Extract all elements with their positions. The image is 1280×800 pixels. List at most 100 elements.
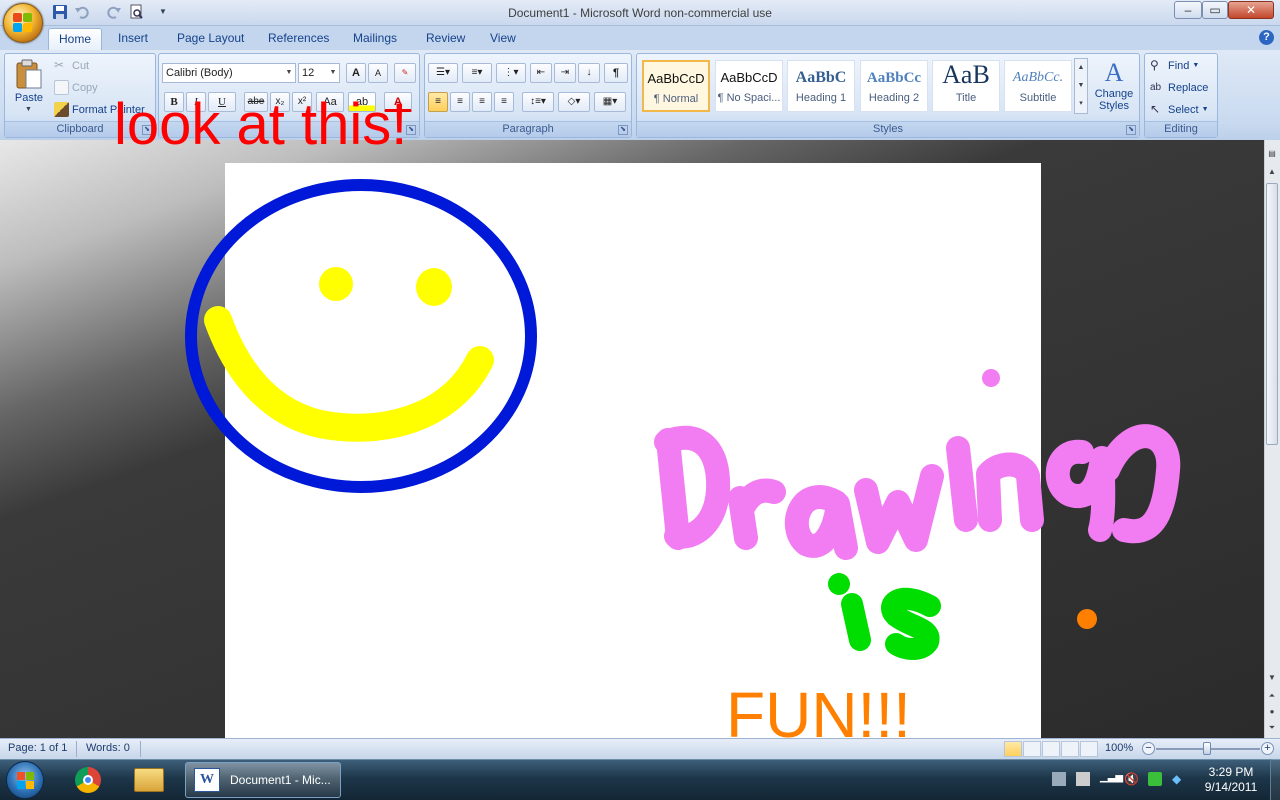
- tab-home[interactable]: Home: [48, 28, 102, 50]
- font-launcher-icon[interactable]: ⬊: [406, 125, 416, 135]
- line-spacing-icon[interactable]: ↕≡▾: [522, 92, 554, 112]
- dropbox-icon[interactable]: ◆: [1172, 772, 1186, 786]
- help-icon[interactable]: ?: [1259, 30, 1274, 45]
- decrease-indent-icon[interactable]: ⇤: [530, 63, 552, 83]
- paste-button[interactable]: Paste ▼: [10, 56, 48, 116]
- styles-launcher-icon[interactable]: ⬊: [1126, 125, 1136, 135]
- zoom-in-button[interactable]: +: [1261, 742, 1274, 755]
- word-icon: W: [194, 768, 220, 792]
- style-normal[interactable]: AaBbCcD ¶ Normal: [642, 60, 710, 112]
- style-heading-1[interactable]: AaBbC Heading 1: [787, 60, 855, 112]
- tab-view[interactable]: View: [480, 28, 526, 50]
- tab-references[interactable]: References: [258, 28, 339, 50]
- scroll-down-icon[interactable]: ▼: [1266, 672, 1278, 684]
- show-marks-button[interactable]: ¶: [604, 63, 628, 83]
- previous-page-icon[interactable]: ⏶: [1266, 690, 1278, 702]
- numbering-icon[interactable]: ≡▾: [462, 63, 492, 83]
- next-page-icon[interactable]: ⏷: [1266, 722, 1278, 734]
- style-preview: AaBbCc: [866, 70, 922, 86]
- increase-indent-icon[interactable]: ⇥: [554, 63, 576, 83]
- cursor-arrow-icon: ↖: [1150, 102, 1161, 116]
- tab-review[interactable]: Review: [416, 28, 475, 50]
- font-size-value: 12: [302, 67, 315, 79]
- style-no-spacing[interactable]: AaBbCcD ¶ No Spaci...: [715, 60, 783, 112]
- change-styles-button[interactable]: A Change Styles: [1092, 58, 1136, 120]
- style-name: Heading 1: [795, 92, 847, 104]
- paste-icon: [16, 59, 42, 89]
- print-layout-view-icon[interactable]: [1004, 741, 1022, 757]
- page-count[interactable]: Page: 1 of 1: [8, 742, 67, 754]
- style-name: ¶ No Spaci...: [717, 92, 781, 104]
- draft-view-icon[interactable]: [1080, 741, 1098, 757]
- align-left-icon[interactable]: ≡: [428, 92, 448, 112]
- style-subtitle[interactable]: AaBbCc. Subtitle: [1004, 60, 1072, 112]
- tab-page-layout[interactable]: Page Layout: [167, 28, 254, 50]
- bullets-icon[interactable]: ☰▾: [428, 63, 458, 83]
- office-button[interactable]: [3, 3, 43, 43]
- word-count[interactable]: Words: 0: [86, 742, 130, 754]
- clock-date: 9/14/2011: [1204, 780, 1258, 794]
- select-button[interactable]: ↖ Select ▼: [1150, 102, 1209, 117]
- clear-formatting-icon[interactable]: ✎: [394, 63, 416, 83]
- minimize-button[interactable]: –: [1174, 1, 1202, 19]
- zoom-out-button[interactable]: −: [1142, 742, 1155, 755]
- tab-insert[interactable]: Insert: [108, 28, 158, 50]
- chevron-down-icon: ▼: [1201, 106, 1209, 113]
- document-page[interactable]: [225, 163, 1041, 738]
- status-divider: [140, 741, 141, 757]
- shrink-font-button[interactable]: A: [368, 63, 388, 83]
- close-button[interactable]: ✕: [1228, 1, 1274, 19]
- taskbar-explorer[interactable]: [120, 762, 178, 798]
- action-center-icon[interactable]: [1052, 772, 1066, 786]
- multilevel-list-icon[interactable]: ⋮▾: [496, 63, 526, 83]
- shading-icon[interactable]: ◇▾: [558, 92, 590, 112]
- view-ruler-icon[interactable]: ▤: [1266, 148, 1278, 160]
- paste-label: Paste: [14, 92, 44, 104]
- web-layout-view-icon[interactable]: [1042, 741, 1060, 757]
- font-name-value: Calibri (Body): [166, 67, 233, 79]
- volume-icon[interactable]: 🔇: [1124, 772, 1139, 786]
- tab-mailings[interactable]: Mailings: [343, 28, 407, 50]
- style-name: Subtitle: [1019, 92, 1057, 104]
- outline-view-icon[interactable]: [1061, 741, 1079, 757]
- cut-button[interactable]: ✂ Cut: [54, 58, 89, 73]
- find-button[interactable]: ⚲ Find ▼: [1150, 58, 1199, 73]
- sort-icon[interactable]: ↓: [578, 63, 600, 83]
- style-heading-2[interactable]: AaBbCc Heading 2: [860, 60, 928, 112]
- network-icon[interactable]: ▁▃▅: [1100, 772, 1123, 786]
- justify-icon[interactable]: ≡: [494, 92, 514, 112]
- font-name-combo[interactable]: Calibri (Body) ▼: [162, 63, 296, 83]
- office-logo-icon: [13, 13, 33, 33]
- scroll-thumb[interactable]: [1266, 183, 1278, 445]
- font-size-combo[interactable]: 12 ▼: [298, 63, 340, 83]
- align-center-icon[interactable]: ≡: [450, 92, 470, 112]
- replace-button[interactable]: ab Replace: [1150, 80, 1208, 95]
- borders-icon[interactable]: ▦▾: [594, 92, 626, 112]
- taskbar-chrome[interactable]: [60, 762, 118, 798]
- copy-button[interactable]: Copy: [54, 80, 98, 95]
- styles-gallery-scroll[interactable]: ▲ ▼ ▾: [1074, 58, 1088, 114]
- scissors-icon: ✂: [54, 58, 65, 72]
- clock[interactable]: 3:29 PM 9/14/2011: [1196, 765, 1266, 795]
- zoom-level[interactable]: 100%: [1105, 742, 1133, 754]
- scroll-up-icon[interactable]: ▲: [1266, 166, 1278, 178]
- style-name: Title: [955, 92, 977, 104]
- chevron-down-icon: ▼: [329, 69, 337, 76]
- start-button[interactable]: [6, 761, 44, 799]
- security-check-icon[interactable]: [1148, 772, 1162, 786]
- grow-font-button[interactable]: A: [346, 63, 366, 83]
- paste-dropdown-icon[interactable]: ▼: [25, 106, 32, 113]
- editing-group-label: Editing: [1145, 121, 1217, 137]
- show-desktop-button[interactable]: [1270, 759, 1280, 800]
- browse-object-icon[interactable]: ●: [1266, 706, 1278, 718]
- usb-device-icon[interactable]: [1076, 772, 1090, 786]
- style-preview: AaBbC: [795, 69, 847, 86]
- zoom-slider-thumb[interactable]: [1203, 742, 1211, 755]
- paragraph-launcher-icon[interactable]: ⬊: [618, 125, 628, 135]
- styles-group-label: Styles: [637, 121, 1139, 137]
- style-title[interactable]: AaB Title: [932, 60, 1000, 112]
- chevron-down-icon: ▼: [1192, 62, 1200, 69]
- full-screen-reading-view-icon[interactable]: [1023, 741, 1041, 757]
- maximize-button[interactable]: ▭: [1202, 1, 1228, 19]
- align-right-icon[interactable]: ≡: [472, 92, 492, 112]
